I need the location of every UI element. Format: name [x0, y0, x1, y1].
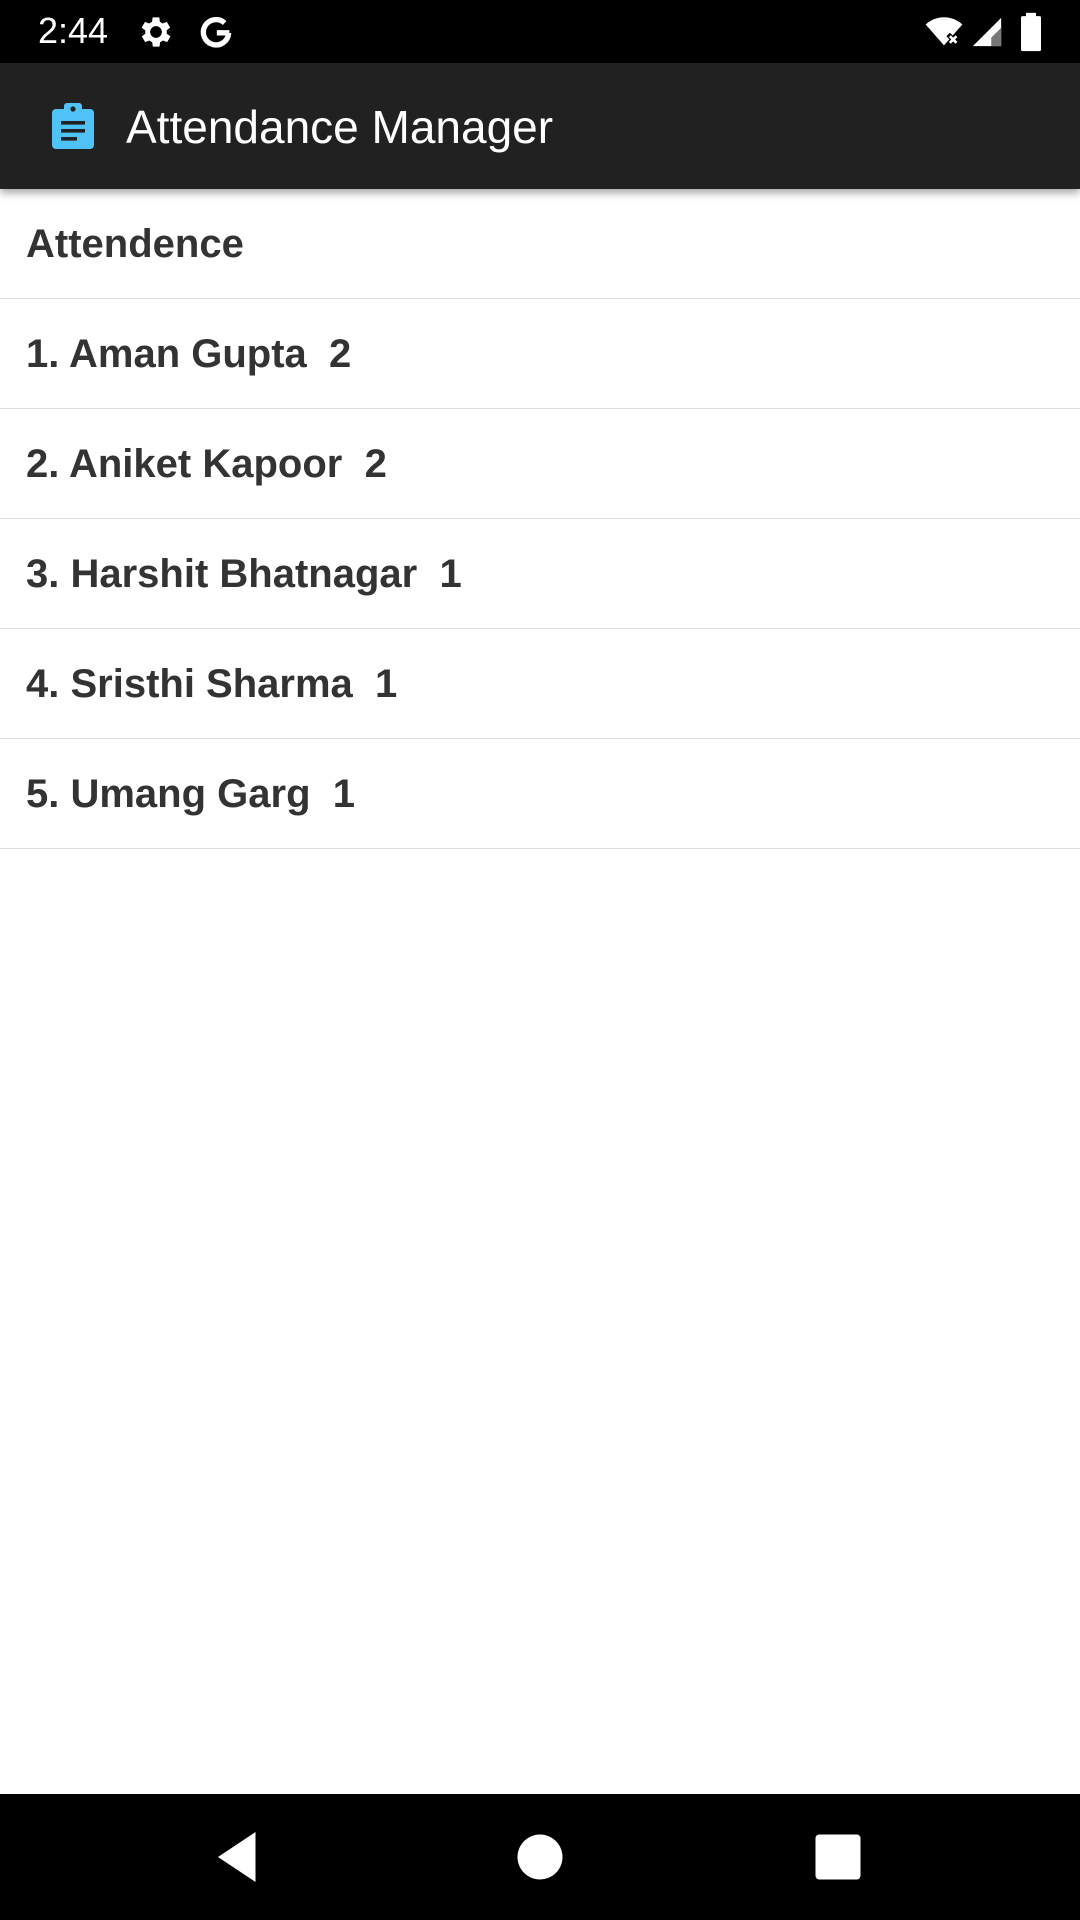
attendance-list: Attendence 1. Aman Gupta 2 2. Aniket Kap… [0, 189, 1080, 849]
list-item[interactable]: 4. Sristhi Sharma 1 [0, 629, 1080, 739]
app-title: Attendance Manager [126, 101, 554, 153]
list-header-text: Attendence [26, 222, 244, 266]
recents-icon[interactable] [808, 1827, 868, 1887]
back-icon[interactable] [208, 1827, 268, 1887]
gear-icon [141, 17, 171, 47]
app-bar: Attendance Manager [0, 63, 1080, 189]
list-item[interactable]: 5. Umang Garg 1 [0, 739, 1080, 849]
list-item-text: 3. Harshit Bhatnagar 1 [26, 552, 462, 596]
list-header: Attendence [0, 189, 1080, 299]
list-item[interactable]: 3. Harshit Bhatnagar 1 [0, 519, 1080, 629]
list-item-text: 2. Aniket Kapoor 2 [26, 442, 387, 486]
status-time: 2:44 [38, 10, 109, 51]
list-item-text: 5. Umang Garg 1 [26, 772, 355, 816]
signal-icon [972, 17, 1002, 47]
list-item-text: 1. Aman Gupta 2 [26, 332, 352, 376]
battery-icon [1021, 12, 1041, 52]
list-item[interactable]: 1. Aman Gupta 2 [0, 299, 1080, 409]
google-g-icon [200, 16, 232, 48]
list-item-text: 4. Sristhi Sharma 1 [26, 662, 398, 706]
list-item[interactable]: 2. Aniket Kapoor 2 [0, 409, 1080, 519]
navigation-bar [0, 1794, 1080, 1920]
clipboard-icon [52, 103, 94, 149]
wifi-icon [925, 17, 963, 47]
screen: 2:44 Attendance Manager Attendence 1. Am… [0, 0, 1080, 1920]
status-bar: 2:44 [0, 0, 1080, 63]
home-icon[interactable] [510, 1827, 570, 1887]
